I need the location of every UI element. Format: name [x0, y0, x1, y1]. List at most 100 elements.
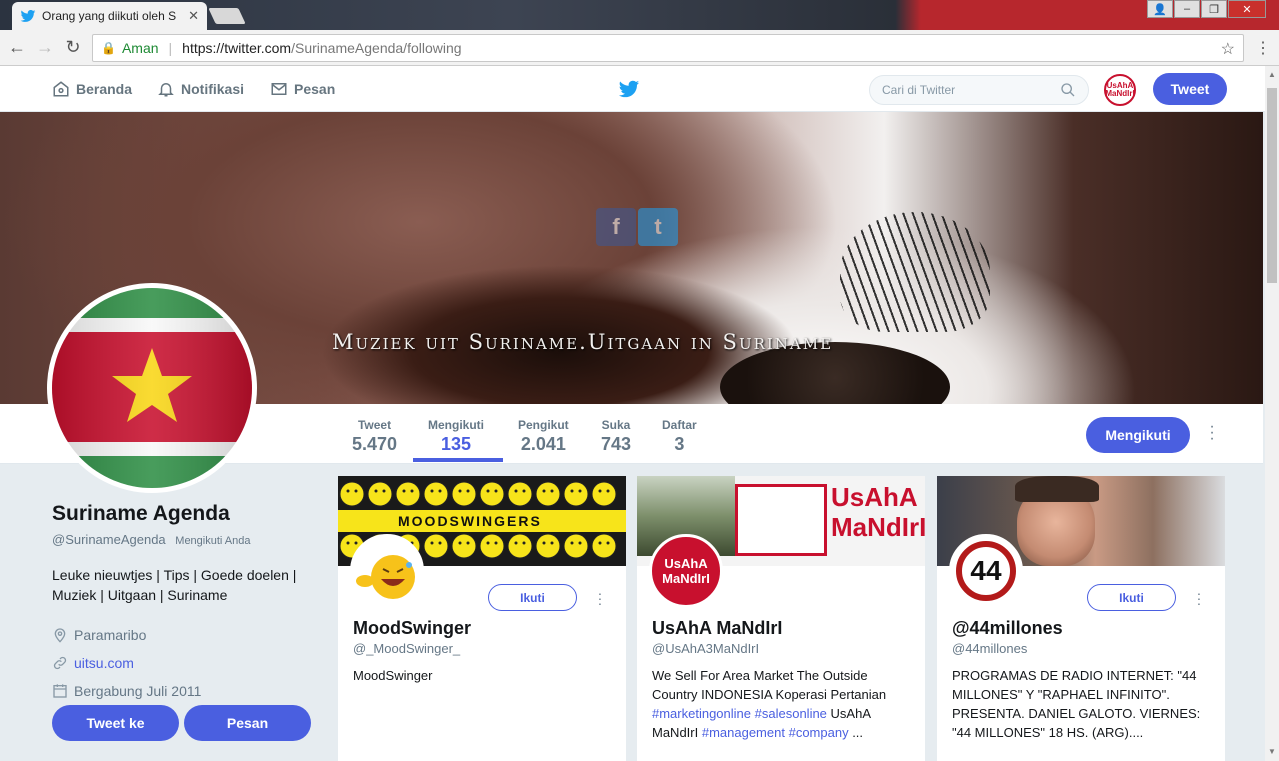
window-close-icon[interactable]: ✕: [1228, 0, 1266, 18]
card-banner-hair: [1015, 476, 1099, 502]
search-input[interactable]: [882, 83, 1060, 97]
scroll-up-icon[interactable]: ▲: [1265, 68, 1279, 82]
new-tab-button[interactable]: [208, 8, 246, 24]
stat-tweets-value: 5.470: [352, 434, 398, 454]
profile-website: uitsu.com: [52, 653, 322, 672]
stat-lists-label: Daftar: [662, 418, 697, 432]
profile-handle-row: @SurinameAgenda Mengikuti Anda: [52, 532, 322, 547]
laughing-emoji-icon: [353, 537, 421, 605]
twitter-bird-icon: [20, 10, 36, 22]
reload-icon[interactable]: ↻: [62, 38, 84, 56]
close-tab-icon[interactable]: ✕: [188, 8, 199, 24]
card-bio: MoodSwinger: [353, 668, 433, 683]
card-more-icon[interactable]: · · ·: [596, 586, 604, 610]
profile-location: Paramaribo: [52, 625, 322, 644]
lock-icon: 🔒: [101, 41, 116, 55]
tweet-button[interactable]: Tweet: [1153, 73, 1227, 105]
stat-followers-label: Pengikut: [518, 418, 569, 432]
stat-tweets-label: Tweet: [357, 418, 392, 432]
hashtag-link[interactable]: #salesonline: [755, 706, 827, 721]
profile-handle[interactable]: @SurinameAgenda: [52, 532, 166, 547]
hashtag-link[interactable]: #company: [789, 725, 849, 740]
stat-lists[interactable]: Daftar 3: [662, 418, 697, 455]
nav-home-label: Beranda: [76, 81, 133, 97]
twitter-icon: t: [638, 208, 678, 246]
secure-label: Aman: [121, 40, 159, 56]
banner-text: Muziek uit Suriname.Uitgaan in Suriname: [332, 330, 834, 354]
card-avatar[interactable]: [350, 534, 424, 608]
location-pin-icon: [54, 627, 66, 643]
window-user-icon[interactable]: 👤: [1147, 0, 1173, 18]
message-button[interactable]: Pesan: [184, 705, 311, 741]
nav-messages[interactable]: Pesan: [270, 80, 335, 98]
maximize-icon[interactable]: ❐: [1201, 0, 1227, 18]
account-avatar[interactable]: UsAhA MaNdIrI: [1104, 74, 1136, 106]
card-banner-text: MOODSWINGERS: [398, 513, 542, 529]
browser-menu-icon[interactable]: ⋮: [1255, 38, 1271, 58]
nav-home[interactable]: Beranda: [52, 80, 132, 98]
back-icon[interactable]: ←: [6, 38, 28, 56]
card-handle[interactable]: @UsAhA3MaNdIrI: [652, 641, 759, 656]
nav-notifications[interactable]: Notifikasi: [157, 80, 244, 98]
stat-followers[interactable]: Pengikut 2.041: [518, 418, 569, 455]
profile-website-link[interactable]: uitsu.com: [74, 655, 134, 671]
profile-avatar[interactable]: [47, 283, 257, 493]
scroll-thumb[interactable]: [1267, 88, 1277, 283]
suriname-flag-icon: [52, 288, 252, 488]
user-card-moodswinger[interactable]: MOODSWINGERS Ikuti · · · MoodSwinger @_Moo…: [338, 476, 626, 761]
nav-messages-label: Pesan: [294, 81, 336, 97]
tweet-to-button[interactable]: Tweet ke: [52, 705, 179, 741]
card-more-icon[interactable]: · · ·: [1195, 586, 1203, 610]
card-handle[interactable]: @44millones: [952, 641, 1027, 656]
browser-tab[interactable]: Orang yang diikuti oleh S ✕: [12, 2, 207, 30]
follow-button[interactable]: Ikuti: [1087, 584, 1176, 611]
user-card-44millones[interactable]: 44 Ikuti · · · @44millones @44millones PRO…: [937, 476, 1225, 761]
stat-followers-value: 2.041: [520, 434, 566, 454]
user-card-usaha-mandiri[interactable]: UsAhA MaNdIrI UsAhA MaNdIrI UsAhA MaNdIr…: [637, 476, 925, 761]
card-bio-text: We Sell For Area Market The Outside Coun…: [652, 668, 887, 702]
card-avatar-badge: 44: [956, 541, 1016, 601]
card-avatar[interactable]: UsAhA MaNdIrI: [649, 534, 723, 608]
bookmark-star-icon[interactable]: ☆: [1221, 39, 1235, 59]
browser-toolbar: ← → ↻ 🔒 Aman | https://twitter.com /Suri…: [0, 30, 1279, 66]
more-options-icon[interactable]: · · ·: [1206, 419, 1218, 447]
minimize-icon[interactable]: –: [1174, 0, 1200, 18]
stat-lists-value: 3: [674, 434, 685, 454]
profile-joined-text: Bergabung Juli 2011: [74, 682, 202, 699]
forward-icon[interactable]: →: [34, 38, 56, 56]
facebook-icon: f: [596, 208, 636, 246]
banner-lashes: [840, 212, 990, 332]
profile-sidebar: Suriname Agenda @SurinameAgenda Mengikut…: [52, 502, 322, 700]
follow-button[interactable]: Ikuti: [488, 584, 577, 611]
stat-following-value: 135: [440, 434, 472, 454]
card-banner-graphic: [735, 484, 827, 556]
hashtag-link[interactable]: #marketingonline: [652, 706, 751, 721]
browser-tab-title: Orang yang diikuti oleh S: [42, 9, 177, 23]
profile-location-text: Paramaribo: [74, 626, 147, 643]
card-avatar[interactable]: 44: [949, 534, 1023, 608]
twitter-logo-icon[interactable]: [618, 78, 640, 100]
card-name[interactable]: UsAhA MaNdIrI: [652, 618, 782, 639]
browser-tabstrip: Orang yang diikuti oleh S ✕ 👤 – ❐ ✕: [0, 0, 1279, 30]
card-name[interactable]: MoodSwinger: [353, 618, 471, 639]
profile-bio: Leuke nieuwtjes | Tips | Goede doelen | …: [52, 567, 297, 603]
address-separator: |: [168, 40, 173, 56]
hashtag-link[interactable]: #management: [702, 725, 785, 740]
banner-social-icons: f t: [596, 208, 678, 246]
stat-following[interactable]: Mengikuti 135: [428, 418, 484, 455]
page-scrollbar[interactable]: ▲ ▼: [1265, 66, 1279, 761]
profile-name[interactable]: Suriname Agenda: [52, 502, 322, 526]
card-name[interactable]: @44millones: [952, 618, 1063, 639]
scroll-down-icon[interactable]: ▼: [1265, 745, 1279, 759]
search-icon[interactable]: [1060, 82, 1076, 98]
stat-tweets[interactable]: Tweet 5.470: [352, 418, 397, 455]
card-banner-text-2: MaNdIrI: [831, 512, 925, 542]
url-path: /SurinameAgenda/following: [291, 40, 462, 56]
stat-likes[interactable]: Suka 743: [601, 418, 631, 455]
link-icon: [53, 656, 67, 669]
stat-following-label: Mengikuti: [428, 418, 484, 432]
following-button[interactable]: Mengikuti: [1086, 417, 1190, 453]
card-bio: PROGRAMAS DE RADIO INTERNET: "44 MILLONE…: [952, 668, 1201, 740]
card-handle[interactable]: @_MoodSwinger_: [353, 641, 460, 656]
address-bar[interactable]: 🔒 Aman | https://twitter.com /SurinameAg…: [92, 34, 1244, 62]
